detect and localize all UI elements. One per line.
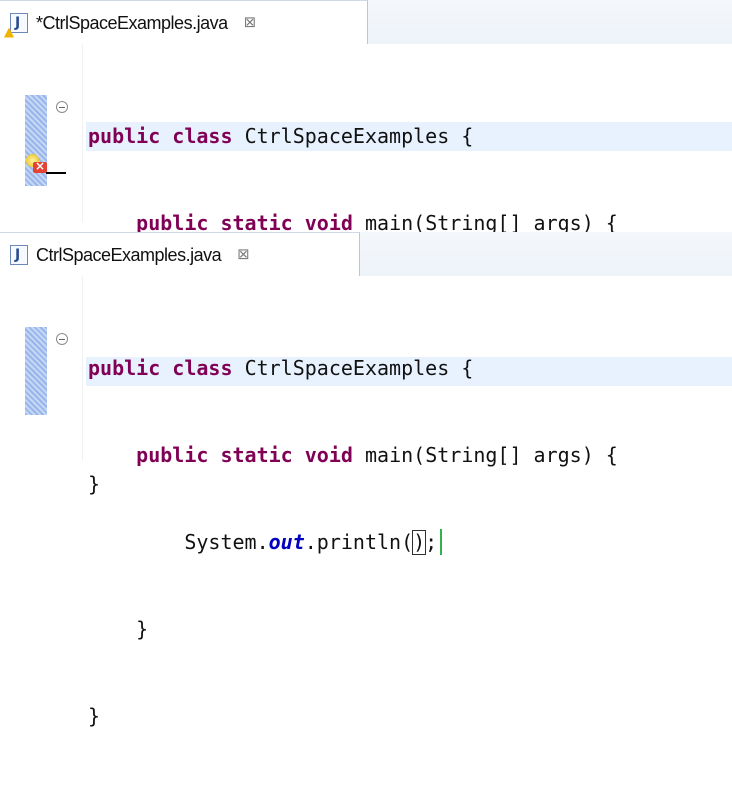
code-line: } <box>88 704 101 728</box>
editor-panel-after: J CtrlSpaceExamples.java ⊠ public class … <box>0 232 732 728</box>
current-range-marker <box>25 327 47 415</box>
linked-mode-exit-marker <box>440 529 443 555</box>
fold-collapse-icon[interactable] <box>56 101 68 113</box>
editor-tab[interactable]: J *CtrlSpaceExamples.java ⊠ <box>0 0 368 44</box>
editor-tab-strip: J CtrlSpaceExamples.java ⊠ <box>0 232 732 277</box>
tab-close-icon[interactable]: ⊠ <box>244 15 257 30</box>
source-code[interactable]: public class CtrlSpaceExamples { public … <box>88 296 618 789</box>
error-icon[interactable] <box>33 159 47 173</box>
tab-title: CtrlSpaceExamples.java <box>36 244 222 265</box>
cursor-marker <box>46 172 66 174</box>
fold-collapse-icon[interactable] <box>56 333 68 345</box>
code-editor[interactable]: public class CtrlSpaceExamples { public … <box>0 276 732 728</box>
code-line: System.out.println(); <box>88 528 618 557</box>
java-file-icon: J <box>4 12 28 38</box>
code-line: public static void main(String[] args) { <box>136 443 618 467</box>
code-line: public class CtrlSpaceExamples { <box>88 124 474 148</box>
editor-tab[interactable]: J CtrlSpaceExamples.java ⊠ <box>0 232 360 276</box>
warning-icon <box>4 27 14 38</box>
tab-close-icon[interactable]: ⊠ <box>237 247 250 262</box>
tab-title: *CtrlSpaceExamples.java <box>36 12 228 33</box>
editor-panel-before: J *CtrlSpaceExamples.java ⊠ public class… <box>0 0 732 496</box>
editor-tab-strip: J *CtrlSpaceExamples.java ⊠ <box>0 0 732 45</box>
code-editor[interactable]: public class CtrlSpaceExamples { public … <box>0 44 732 496</box>
code-line: } <box>88 617 149 641</box>
code-line: public class CtrlSpaceExamples { <box>88 356 474 380</box>
java-file-icon: J <box>10 244 28 265</box>
